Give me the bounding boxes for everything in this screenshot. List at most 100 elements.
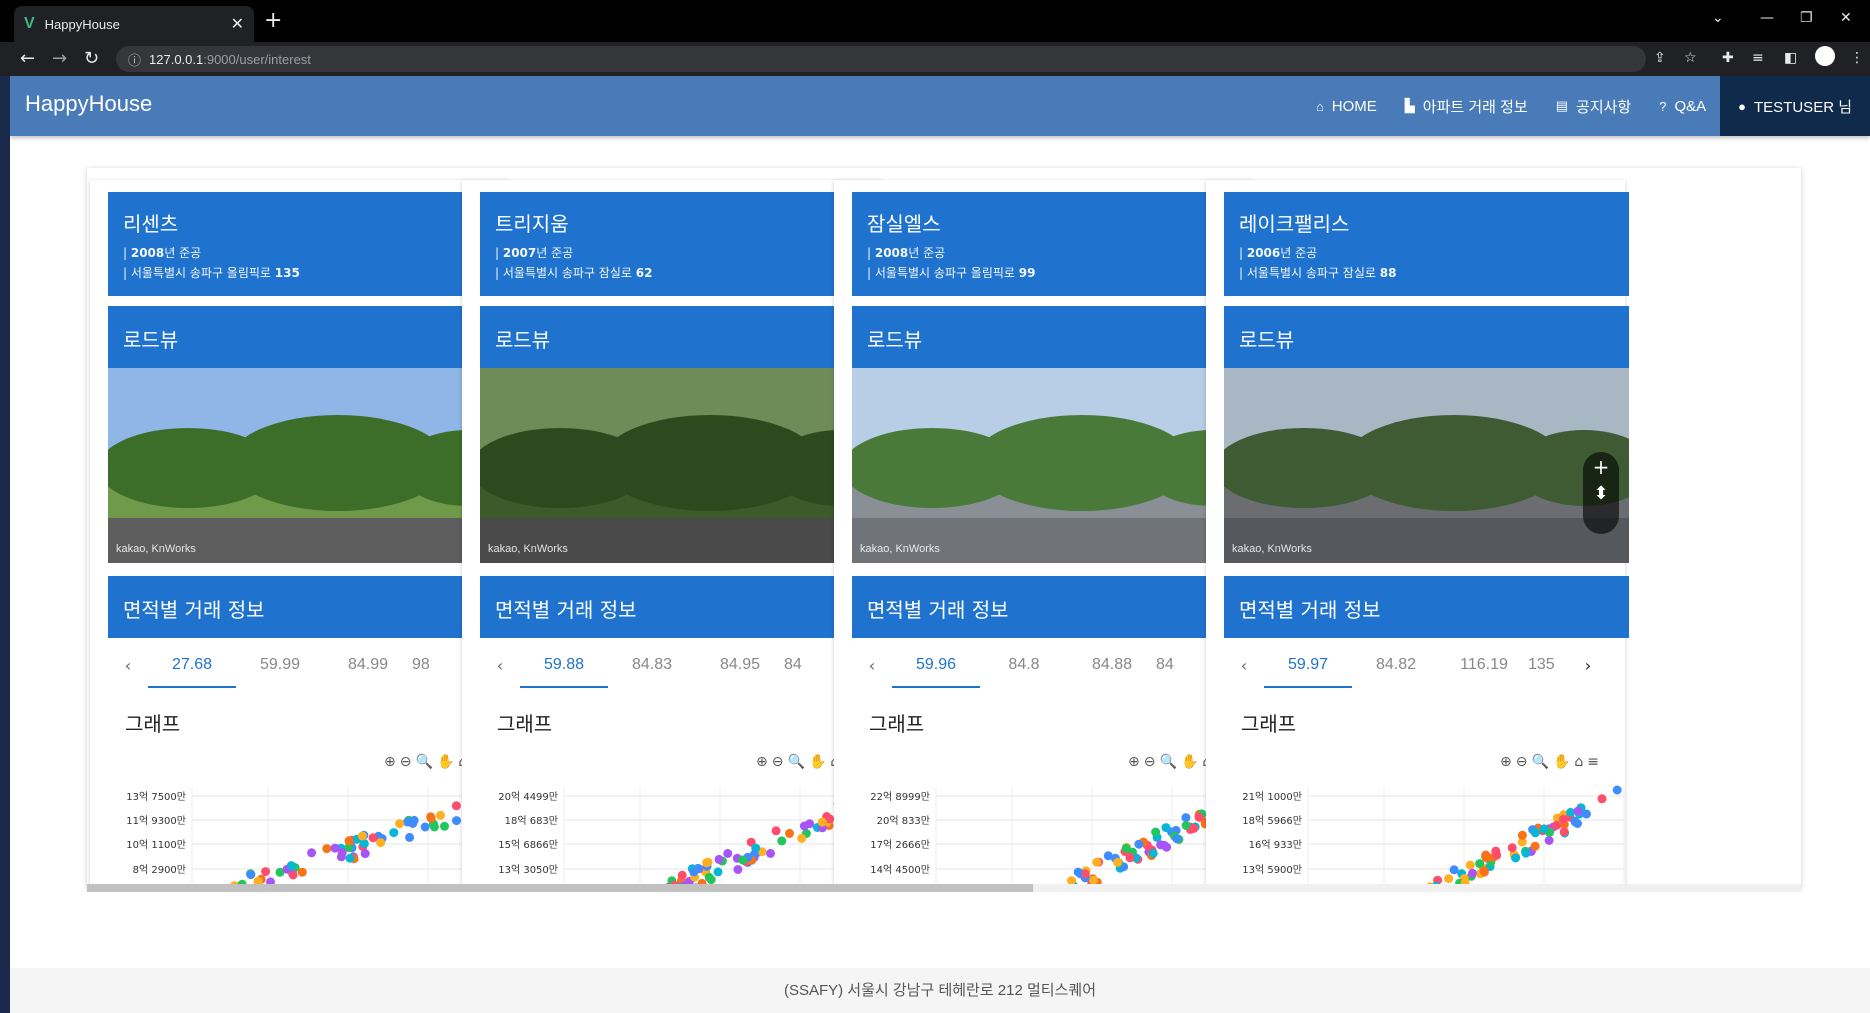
extensions-icon[interactable]: ✚ — [1722, 50, 1734, 66]
chevron-left-icon[interactable]: ‹ — [852, 656, 892, 675]
selection-zoom-icon[interactable]: 🔍 — [1160, 754, 1181, 770]
selection-zoom-icon[interactable]: 🔍 — [416, 754, 437, 770]
selection-zoom-icon[interactable]: 🔍 — [788, 754, 809, 770]
horizontal-scrollbar[interactable] — [87, 884, 1801, 892]
area-tab[interactable]: 27.68 — [148, 656, 236, 688]
minimize-icon[interactable]: — — [1760, 10, 1774, 26]
scrollbar-thumb[interactable] — [87, 884, 1033, 892]
price-scatter-chart: 20억 4499만18억 683만15억 6866만13억 3050만10억 9… — [498, 785, 881, 888]
scatter-point — [1092, 857, 1102, 867]
scatter-point — [1467, 868, 1477, 878]
reload-icon[interactable]: ↻ — [84, 48, 99, 69]
zoom-out-icon[interactable]: ⊖ — [1144, 754, 1160, 770]
scatter-point — [1573, 806, 1583, 816]
pan-icon[interactable]: ✋ — [1553, 754, 1574, 770]
chevron-right-icon[interactable]: › — [1568, 656, 1608, 675]
side-panel-icon[interactable]: ◧ — [1784, 50, 1797, 66]
nav-qna[interactable]: ? Q&A — [1645, 76, 1720, 136]
forward-icon[interactable]: → — [52, 48, 67, 69]
restore-icon[interactable]: ❐ — [1800, 10, 1813, 26]
built-year: | 2006년 준공 — [1239, 246, 1318, 260]
apartment-card: 레이크팰리스 | 2006년 준공 | 서울특별시 송파구 잠실로 88 ♥ 로… — [1206, 180, 1629, 888]
price-scatter-chart: 21억 1000만18억 5966만16억 933만13억 5900만11억 8… — [1242, 785, 1625, 888]
scatter-point — [451, 801, 461, 811]
scatter-point — [771, 826, 781, 836]
browser-tab[interactable]: V HappyHouse ✕ — [14, 6, 254, 42]
chevron-left-icon[interactable]: ‹ — [480, 656, 520, 675]
zoom-out-icon[interactable]: ⊖ — [400, 754, 416, 770]
scatter-point — [1172, 834, 1182, 844]
address-bar[interactable]: ⓘ 127.0.0.1:9000/user/interest — [116, 46, 1646, 72]
roadview-controls[interactable]: + ⬍ — [1583, 452, 1619, 534]
roadview-image[interactable]: + ⬍ kakao, KnWorks — [1224, 368, 1629, 563]
zoom-in-icon[interactable]: ⊕ — [756, 754, 772, 770]
y-tick-label: 18억 683만 — [505, 815, 558, 827]
tab-search-icon[interactable]: ⌄ — [1712, 10, 1724, 26]
menu-icon[interactable]: ⋮ — [1850, 50, 1864, 66]
scatter-point — [1134, 839, 1144, 849]
chevron-left-icon[interactable]: ‹ — [108, 656, 148, 675]
pan-icon[interactable]: ✋ — [437, 754, 458, 770]
area-tab[interactable]: 84.83 — [608, 656, 696, 674]
site-info-icon[interactable]: ⓘ — [128, 50, 141, 69]
area-tab[interactable]: 84 — [1156, 656, 1196, 674]
close-window-icon[interactable]: ✕ — [1840, 10, 1852, 26]
zoom-in-icon[interactable]: ⊕ — [1128, 754, 1144, 770]
chart-menu-icon[interactable]: ≡ — [1587, 754, 1603, 770]
scatter-point — [409, 815, 419, 825]
nav-home[interactable]: ⌂ HOME — [1302, 76, 1391, 136]
back-icon[interactable]: ← — [20, 48, 35, 69]
zoom-in-icon[interactable]: ⊕ — [384, 754, 400, 770]
roadview-photo — [108, 368, 513, 563]
scatter-point — [344, 836, 354, 846]
nav-notice[interactable]: ▤ 공지사항 — [1542, 76, 1646, 136]
roadview-watermark: kakao, KnWorks — [1232, 543, 1312, 555]
area-tab[interactable]: 59.96 — [892, 656, 980, 688]
area-tab[interactable]: 84.8 — [980, 656, 1068, 674]
pan-icon[interactable]: ✋ — [809, 754, 830, 770]
area-tab[interactable]: 84.82 — [1352, 656, 1440, 674]
apartment-card: 트리지움 | 2007년 준공 | 서울특별시 송파구 잠실로 62 ♥ 로드뷰… — [462, 180, 885, 888]
reading-list-icon[interactable]: ≡ — [1752, 50, 1764, 66]
zoom-in-icon[interactable]: ⊕ — [1500, 754, 1516, 770]
nav-apartment-deals[interactable]: ▙ 아파트 거래 정보 — [1391, 76, 1542, 136]
graph-title: 그래프 — [869, 712, 925, 736]
area-tab[interactable]: 84.88 — [1068, 656, 1156, 674]
scatter-point — [1511, 853, 1521, 863]
roadview-header: 로드뷰 — [108, 306, 513, 368]
scatter-point — [360, 849, 370, 859]
bookmark-star-icon[interactable]: ☆ — [1684, 50, 1697, 66]
area-tab[interactable]: 59.99 — [236, 656, 324, 674]
area-tab[interactable]: 84.95 — [696, 656, 784, 674]
area-tab[interactable]: 84 — [784, 656, 824, 674]
compass-icon[interactable]: ⬍ — [1583, 482, 1619, 506]
selection-zoom-icon[interactable]: 🔍 — [1532, 754, 1553, 770]
roadview-image[interactable]: + ⬍ kakao, KnWorks — [480, 368, 885, 563]
area-tab[interactable]: 116.19 — [1440, 656, 1528, 674]
area-tab[interactable]: 59.88 — [520, 656, 608, 688]
zoom-in-icon[interactable]: + — [1583, 452, 1619, 482]
close-tab-icon[interactable]: ✕ — [231, 14, 244, 34]
nav-user[interactable]: ● TESTUSER 님 — [1720, 76, 1870, 136]
profile-avatar[interactable] — [1815, 46, 1835, 66]
chevron-left-icon[interactable]: ‹ — [1224, 656, 1264, 675]
scatter-point — [714, 854, 724, 864]
area-tab[interactable]: 59.97 — [1264, 656, 1352, 688]
reset-home-icon[interactable]: ⌂ — [1574, 754, 1587, 770]
deals-header: 면적별 거래 정보 — [108, 576, 513, 638]
brand-logo[interactable]: HappyHouse — [25, 91, 152, 117]
area-tab[interactable]: 98 — [412, 656, 452, 674]
zoom-out-icon[interactable]: ⊖ — [1516, 754, 1532, 770]
area-tab[interactable]: 135 — [1528, 656, 1568, 674]
roadview-image[interactable]: + ⬍ kakao, KnWorks — [852, 368, 1257, 563]
apartment-name: 리센츠 — [123, 212, 179, 236]
top-nav: ⌂ HOME ▙ 아파트 거래 정보 ▤ 공지사항 ? Q&A ● TESTUS… — [1302, 76, 1870, 136]
new-tab-icon[interactable]: + — [264, 8, 282, 33]
share-icon[interactable]: ⇪ — [1654, 50, 1666, 66]
interest-list[interactable]: 리센츠 | 2008년 준공 | 서울특별시 송파구 올림픽로 135 ♥ 로드… — [87, 168, 1801, 888]
area-tab[interactable]: 84.99 — [324, 656, 412, 674]
apartment-info-header: 잠실엘스 | 2008년 준공 | 서울특별시 송파구 올림픽로 99 ♥ — [852, 192, 1257, 296]
pan-icon[interactable]: ✋ — [1181, 754, 1202, 770]
roadview-image[interactable]: + ⬍ kakao, KnWorks — [108, 368, 513, 563]
zoom-out-icon[interactable]: ⊖ — [772, 754, 788, 770]
